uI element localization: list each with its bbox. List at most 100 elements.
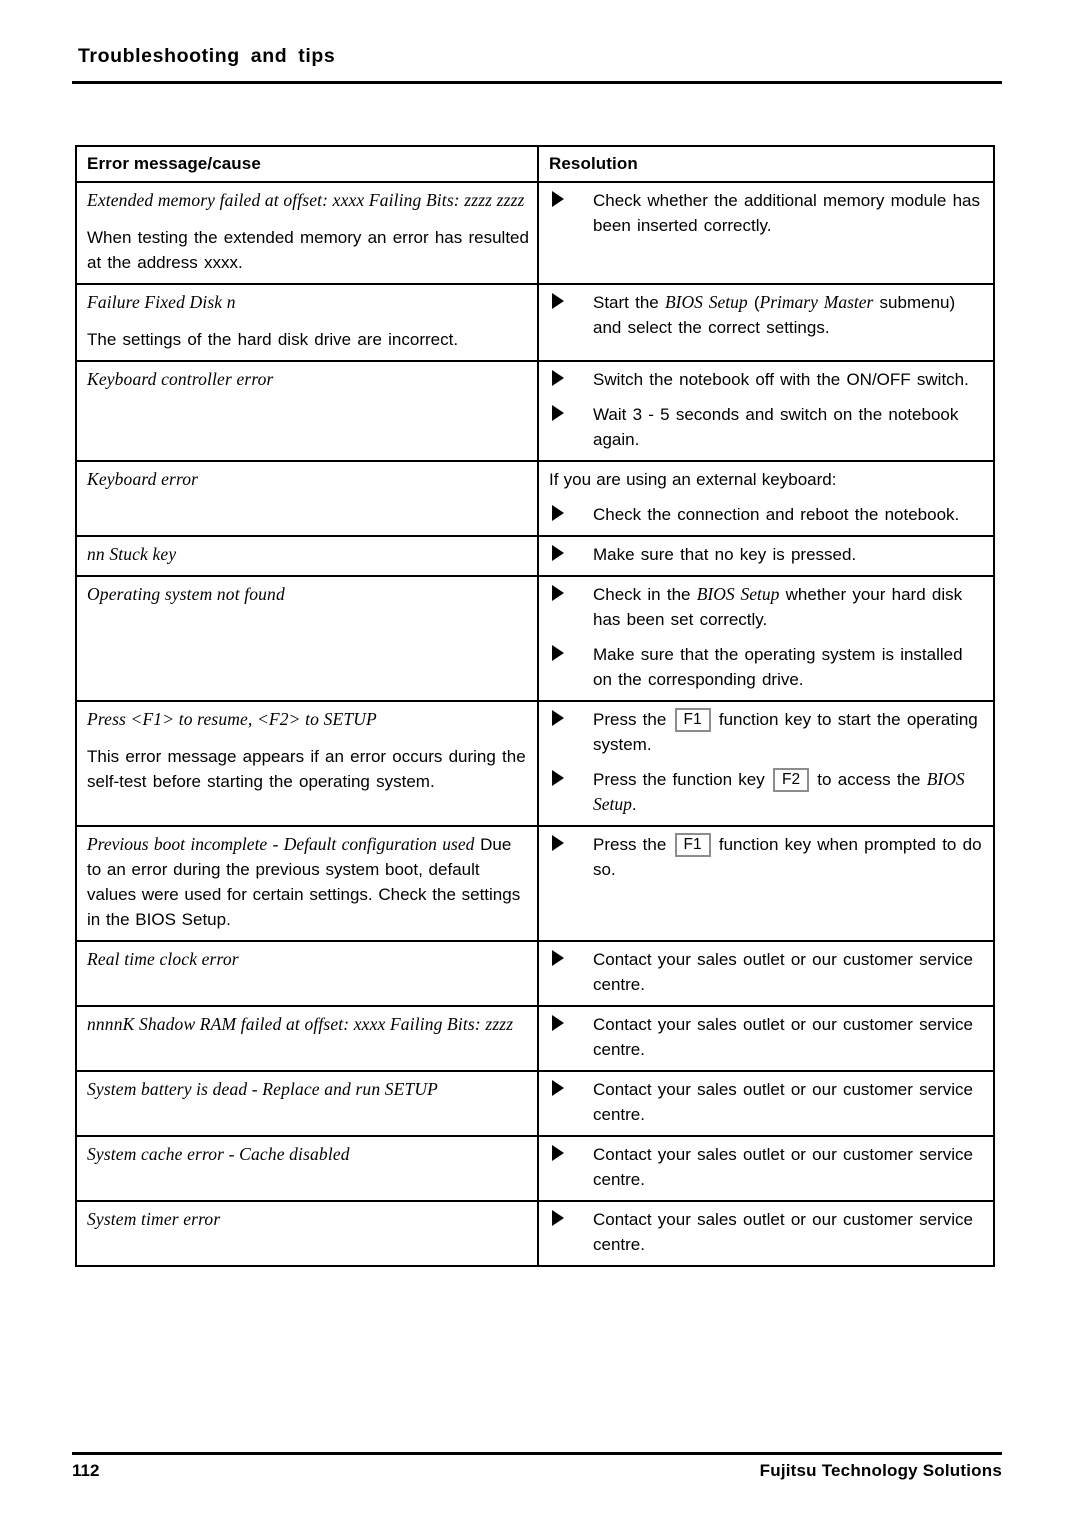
- footer-brand: Fujitsu Technology Solutions: [759, 1461, 1002, 1480]
- resolution-step: Make sure that the operating system is i…: [549, 642, 985, 692]
- resolution-step: Start the BIOS Setup (Primary Master sub…: [549, 290, 985, 340]
- table-row: Keyboard error If you are using an extern…: [75, 460, 995, 537]
- resolution-step-list: Contact your sales outlet or our custome…: [549, 1207, 985, 1257]
- resolution-step-text: Press the F1 function key to start the o…: [593, 708, 978, 754]
- table-row: Keyboard controller error Switch the note…: [75, 360, 995, 462]
- emphasised-term: Primary Master: [759, 292, 874, 312]
- table-row: System cache error - Cache disabled Conta…: [75, 1135, 995, 1202]
- function-key-f1-icon: F1: [674, 833, 711, 857]
- error-message-cell: nnnnK Shadow RAM failed at offset: xxxx …: [75, 1005, 539, 1072]
- column-header-error-message: Error message/cause: [75, 145, 539, 183]
- resolution-step-list: Press the F1 function key to start the o…: [549, 707, 985, 817]
- error-message-text: nn Stuck key: [87, 544, 177, 564]
- step-triangle-icon: [552, 710, 564, 726]
- resolution-step-list: Switch the notebook off with the ON/OFF …: [549, 367, 985, 452]
- resolution-step-list: Contact your sales outlet or our custome…: [549, 1012, 985, 1062]
- resolution-step: Contact your sales outlet or our custome…: [549, 1012, 985, 1062]
- error-message-cell: Keyboard error: [75, 460, 539, 537]
- resolution-step: Switch the notebook off with the ON/OFF …: [549, 367, 985, 392]
- header-divider: [72, 81, 1002, 84]
- resolution-cell: If you are using an external keyboard: Ch…: [537, 460, 995, 537]
- error-message-text: Extended memory failed at offset: xxxx F…: [87, 190, 525, 210]
- error-explanation-text: This error message appears if an error o…: [87, 747, 526, 791]
- resolution-step-text: Wait 3 - 5 seconds and switch on the not…: [593, 405, 959, 449]
- error-explanation-text: When testing the extended memory an erro…: [87, 228, 529, 272]
- error-message-cell: Extended memory failed at offset: xxxx F…: [75, 181, 539, 285]
- page-footer: 112 Fujitsu Technology Solutions: [72, 1461, 1002, 1481]
- error-message-text: Keyboard controller error: [87, 369, 274, 389]
- resolution-step-text: Contact your sales outlet or our custome…: [593, 1210, 973, 1254]
- step-triangle-icon: [552, 770, 564, 786]
- resolution-step-text: Make sure that the operating system is i…: [593, 645, 963, 689]
- table-row: Operating system not found Check in the B…: [75, 575, 995, 702]
- error-message-text: Previous boot incomplete - Default confi…: [87, 834, 521, 929]
- table-body: Extended memory failed at offset: xxxx F…: [75, 181, 995, 1267]
- table-row: System timer error Contact your sales out…: [75, 1200, 995, 1267]
- table-header-row: Error message/cause Resolution: [75, 145, 995, 183]
- error-message-emphasis: Previous boot incomplete - Default confi…: [87, 834, 475, 854]
- error-message-cell: nn Stuck key: [75, 535, 539, 577]
- error-message-cell: Failure Fixed Disk n The settings of the …: [75, 283, 539, 362]
- error-message-text: Press <F1> to resume, <F2> to SETUP: [87, 709, 377, 729]
- error-message-text: Operating system not found: [87, 584, 285, 604]
- step-triangle-icon: [552, 191, 564, 207]
- resolution-step-text: Make sure that no key is pressed.: [593, 545, 857, 564]
- table-row: Press <F1> to resume, <F2> to SETUP This …: [75, 700, 995, 827]
- footer-divider: [72, 1452, 1002, 1455]
- resolution-step-text: Start the BIOS Setup (Primary Master sub…: [593, 292, 956, 337]
- step-triangle-icon: [552, 1080, 564, 1096]
- resolution-cell: Contact your sales outlet or our custome…: [537, 1070, 995, 1137]
- resolution-step-text: Switch the notebook off with the ON/OFF …: [593, 370, 969, 389]
- table-row: Real time clock error Contact your sales …: [75, 940, 995, 1007]
- error-message-cell: System timer error: [75, 1200, 539, 1267]
- resolution-step-text: Check in the BIOS Setup whether your har…: [593, 584, 963, 629]
- function-key-f1-icon: F1: [674, 708, 711, 732]
- resolution-step-list: Check the connection and reboot the note…: [549, 502, 985, 527]
- resolution-step: Wait 3 - 5 seconds and switch on the not…: [549, 402, 985, 452]
- error-message-text: System cache error - Cache disabled: [87, 1144, 350, 1164]
- table-row: nn Stuck key Make sure that no key is pre…: [75, 535, 995, 577]
- resolution-cell: Start the BIOS Setup (Primary Master sub…: [537, 283, 995, 362]
- resolution-step: Contact your sales outlet or our custome…: [549, 947, 985, 997]
- resolution-step: Contact your sales outlet or our custome…: [549, 1142, 985, 1192]
- footer-page-number: 112: [72, 1461, 100, 1480]
- resolution-step-list: Contact your sales outlet or our custome…: [549, 947, 985, 997]
- error-message-text: System battery is dead - Replace and run…: [87, 1079, 438, 1099]
- resolution-step-text: Press the F1 function key when prompted …: [593, 833, 982, 879]
- resolution-step: Check the connection and reboot the note…: [549, 502, 985, 527]
- resolution-step-text: Contact your sales outlet or our custome…: [593, 1145, 973, 1189]
- resolution-step-text: Press the function key F2 to access the …: [593, 768, 965, 814]
- error-message-cell: Previous boot incomplete - Default confi…: [75, 825, 539, 942]
- resolution-step: Press the F1 function key when prompted …: [549, 832, 985, 882]
- resolution-cell: Contact your sales outlet or our custome…: [537, 940, 995, 1007]
- resolution-cell: Press the F1 function key to start the o…: [537, 700, 995, 827]
- error-message-text: nnnnK Shadow RAM failed at offset: xxxx …: [87, 1014, 514, 1034]
- resolution-step: Make sure that no key is pressed.: [549, 542, 985, 567]
- table-row: nnnnK Shadow RAM failed at offset: xxxx …: [75, 1005, 995, 1072]
- resolution-cell: Switch the notebook off with the ON/OFF …: [537, 360, 995, 462]
- resolution-step-list: Make sure that no key is pressed.: [549, 542, 985, 567]
- step-triangle-icon: [552, 545, 564, 561]
- table-row: System battery is dead - Replace and run…: [75, 1070, 995, 1137]
- resolution-step: Press the F1 function key to start the o…: [549, 707, 985, 757]
- resolution-step-text: Contact your sales outlet or our custome…: [593, 950, 973, 994]
- step-triangle-icon: [552, 505, 564, 521]
- resolution-cell: Check whether the additional memory modu…: [537, 181, 995, 285]
- resolution-cell: Contact your sales outlet or our custome…: [537, 1200, 995, 1267]
- table-row: Extended memory failed at offset: xxxx F…: [75, 181, 995, 285]
- error-message-cell: Operating system not found: [75, 575, 539, 702]
- resolution-step-text: Contact your sales outlet or our custome…: [593, 1080, 973, 1124]
- function-key-f2-icon: F2: [772, 768, 810, 792]
- step-triangle-icon: [552, 1145, 564, 1161]
- step-triangle-icon: [552, 585, 564, 601]
- resolution-step-list: Start the BIOS Setup (Primary Master sub…: [549, 290, 985, 340]
- resolution-cell: Make sure that no key is pressed.: [537, 535, 995, 577]
- resolution-step-list: Contact your sales outlet or our custome…: [549, 1077, 985, 1127]
- step-triangle-icon: [552, 1210, 564, 1226]
- step-triangle-icon: [552, 405, 564, 421]
- error-message-cell: Press <F1> to resume, <F2> to SETUP This …: [75, 700, 539, 827]
- resolution-cell: Press the F1 function key when prompted …: [537, 825, 995, 942]
- resolution-cell: Contact your sales outlet or our custome…: [537, 1135, 995, 1202]
- page-title: Troubleshooting and tips: [78, 45, 336, 67]
- resolution-step-list: Contact your sales outlet or our custome…: [549, 1142, 985, 1192]
